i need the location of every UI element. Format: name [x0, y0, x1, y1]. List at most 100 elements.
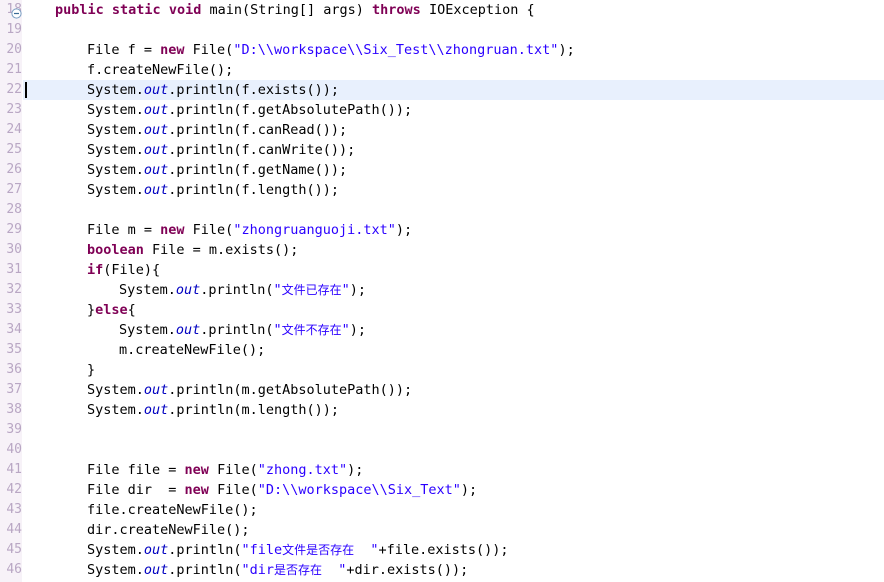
code-token-pl: (File){ [103, 262, 161, 278]
code-token-pl: +dir.exists()); [346, 562, 469, 578]
code-line[interactable]: System.out.println("文件已存在"); [119, 280, 366, 300]
code-token-pl: File( [208, 462, 258, 478]
code-token-pl: File f = [87, 42, 161, 58]
line-number: 45 [6, 542, 22, 557]
line-number: 24 [6, 122, 22, 137]
code-line[interactable]: System.out.println("dir是否存在 "+dir.exists… [87, 560, 468, 580]
code-token-pl: .println(f.length()); [168, 182, 339, 198]
line-number: 32 [6, 282, 22, 297]
code-token-pl: main(String[] args) [201, 2, 373, 18]
line-number: 25 [6, 142, 22, 157]
code-line[interactable]: boolean File = m.exists(); [87, 240, 298, 260]
code-token-fld: out [143, 82, 169, 98]
code-line[interactable]: System.out.println(f.exists()); [87, 80, 339, 100]
line-number: 39 [6, 422, 22, 437]
code-token-pl: } [87, 302, 96, 318]
code-token-pl: System. [87, 182, 144, 198]
code-token-str: "D:\\workspace\\Six_Test\\zhongruan.txt" [233, 42, 559, 58]
code-token-kw: boolean [87, 242, 144, 258]
code-token-pl: .println(f.exists()); [168, 82, 339, 98]
code-token-fld: out [143, 182, 169, 198]
code-token-pl: System. [119, 282, 176, 298]
code-token-str: "file [241, 542, 283, 558]
code-token-pl: m.createNewFile(); [119, 342, 266, 358]
code-line[interactable]: dir.createNewFile(); [87, 520, 250, 540]
code-token-str: " [273, 322, 282, 338]
line-number: 42 [6, 482, 22, 497]
line-number: 34 [6, 322, 22, 337]
code-token-fld: out [143, 562, 169, 578]
code-token-fld: out [143, 402, 169, 418]
code-token-pl: .println( [200, 282, 274, 298]
code-token-str: "dir [241, 562, 274, 578]
code-token-pl: .println( [200, 322, 274, 338]
code-token-pl: ); [558, 42, 575, 58]
code-line[interactable]: f.createNewFile(); [87, 60, 233, 80]
code-token-kw: static [111, 2, 161, 18]
code-line[interactable]: if(File){ [87, 260, 160, 280]
code-line[interactable]: File f = new File("D:\\workspace\\Six_Te… [87, 40, 575, 60]
code-token-pl: File( [208, 482, 258, 498]
code-token-pl: .println(f.getName()); [168, 162, 348, 178]
code-line[interactable]: System.out.println(m.getAbsolutePath()); [87, 380, 412, 400]
line-number: 31 [6, 262, 22, 277]
line-number: 43 [6, 502, 22, 517]
code-token-pl: } [87, 362, 96, 378]
code-line[interactable]: m.createNewFile(); [119, 340, 265, 360]
code-token-kw: throws [372, 2, 421, 18]
code-token-pl: .println( [168, 562, 242, 578]
code-line[interactable]: System.out.println(f.getName()); [87, 160, 347, 180]
code-token-pl: ); [349, 322, 367, 338]
code-token-pl: ); [349, 282, 367, 298]
code-token-pl: .println(f.canWrite()); [168, 142, 356, 158]
code-line[interactable]: } [87, 360, 95, 380]
line-number: 44 [6, 522, 22, 537]
code-line[interactable]: System.out.println("文件不存在"); [119, 320, 366, 340]
code-token-pl: ); [347, 462, 364, 478]
code-token-fld: out [175, 322, 201, 338]
code-token-pl: .println(f.canRead()); [168, 122, 348, 138]
line-number: 35 [6, 342, 22, 357]
line-number: 37 [6, 382, 22, 397]
code-fold-marker-icon[interactable] [11, 4, 22, 19]
code-token-pl: .println( [168, 542, 242, 558]
code-token-pl: System. [119, 322, 176, 338]
code-line[interactable]: File m = new File("zhongruanguoji.txt"); [87, 220, 412, 240]
line-number: 33 [6, 302, 22, 317]
line-number: 21 [6, 62, 22, 77]
code-line[interactable]: System.out.println(f.canRead()); [87, 120, 347, 140]
code-line[interactable]: File file = new File("zhong.txt"); [87, 460, 363, 480]
code-line[interactable]: System.out.println(f.canWrite()); [87, 140, 355, 160]
code-line[interactable]: System.out.println(f.getAbsolutePath()); [87, 100, 412, 120]
code-line[interactable]: System.out.println(m.length()); [87, 400, 339, 420]
code-token-str: " [341, 282, 350, 298]
code-token-pl: System. [87, 82, 144, 98]
code-line[interactable]: System.out.println(f.length()); [87, 180, 339, 200]
code-token-fld: out [175, 282, 201, 298]
line-number: 19 [6, 22, 22, 37]
line-number: 27 [6, 182, 22, 197]
code-token-pl: File( [184, 42, 234, 58]
code-token-pl: System. [87, 402, 144, 418]
code-editor[interactable]: 1819202122232425262728293031323334353637… [0, 0, 884, 582]
code-token-pl: File file = [87, 462, 185, 478]
code-line[interactable]: file.createNewFile(); [87, 500, 258, 520]
line-number-gutter[interactable]: 1819202122232425262728293031323334353637… [0, 0, 22, 582]
code-token-str: 文件是否存在 [282, 543, 355, 557]
code-token-pl: +file.exists()); [378, 542, 509, 558]
code-line[interactable]: File dir = new File("D:\\workspace\\Six_… [87, 480, 477, 500]
line-number: 30 [6, 242, 22, 257]
code-line[interactable]: public static void main(String[] args) t… [55, 0, 535, 20]
line-number: 20 [6, 42, 22, 57]
line-number: 29 [6, 222, 22, 237]
code-token-pl: file.createNewFile(); [87, 502, 258, 518]
line-number: 38 [6, 402, 22, 417]
code-text-area[interactable]: public static void main(String[] args) t… [23, 0, 884, 582]
code-token-pl: System. [87, 542, 144, 558]
line-number: 26 [6, 162, 22, 177]
code-line[interactable]: System.out.println("file文件是否存在 "+file.ex… [87, 540, 509, 560]
code-token-kw: new [184, 482, 209, 498]
code-token-str: " [321, 562, 347, 578]
code-line[interactable]: }else{ [87, 300, 136, 320]
